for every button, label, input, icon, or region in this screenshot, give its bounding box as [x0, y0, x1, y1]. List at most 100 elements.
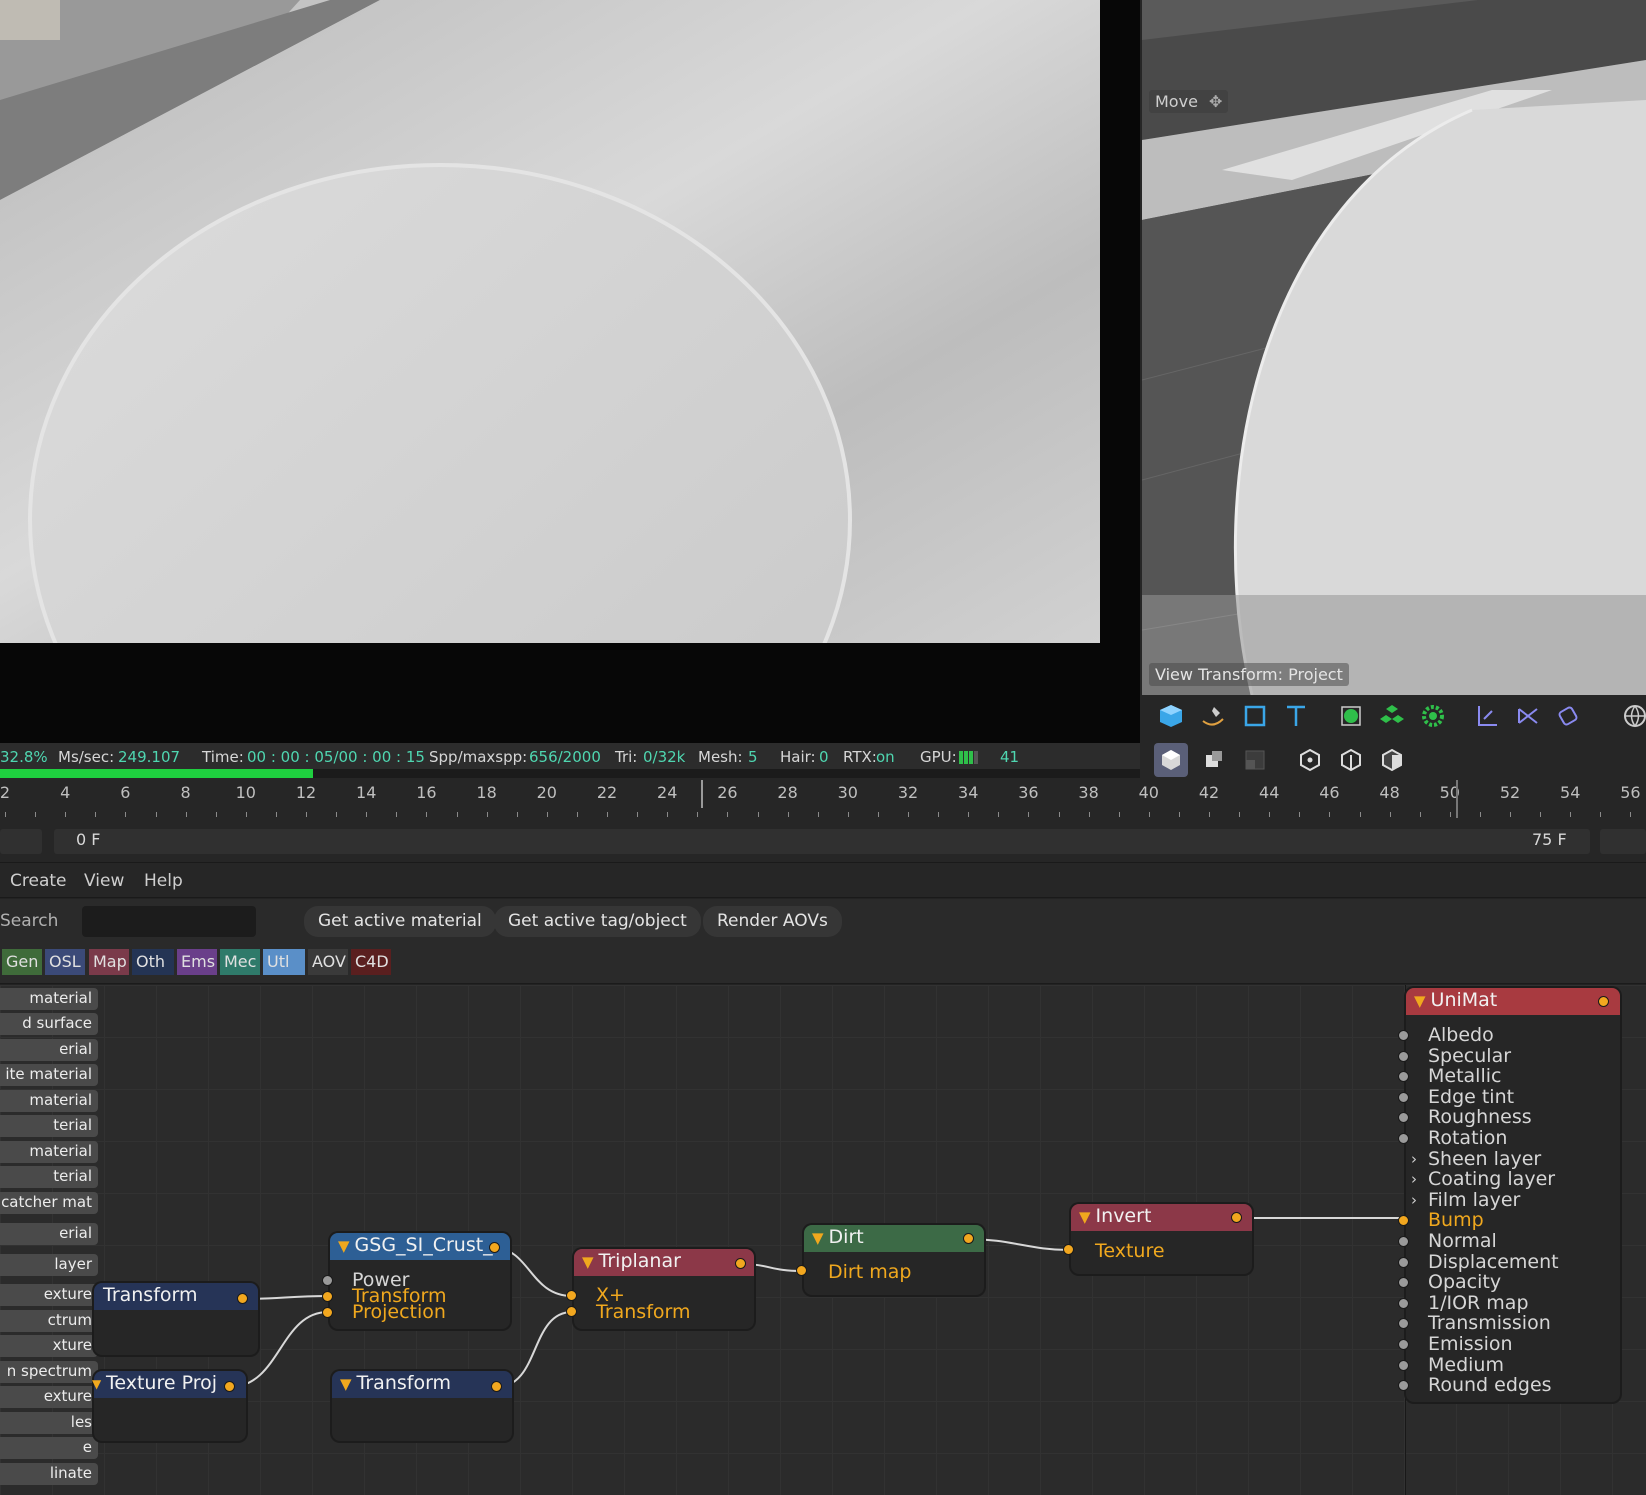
- move-tool-label[interactable]: Move ✥: [1149, 90, 1229, 113]
- cube-object-icon[interactable]: [1154, 699, 1188, 733]
- gsg-transform-port[interactable]: [322, 1291, 333, 1302]
- unimat-input-port[interactable]: [1398, 1030, 1409, 1041]
- category-tab-gen[interactable]: Gen: [2, 949, 42, 975]
- render-viewport[interactable]: [0, 0, 1140, 745]
- library-item[interactable]: ctrum: [0, 1310, 98, 1332]
- node-unimat[interactable]: ▼ UniMat Albedo Specular Metallic Edge tint R…: [1406, 988, 1620, 1402]
- timeline-marker[interactable]: [1456, 780, 1458, 818]
- library-item[interactable]: layer: [0, 1254, 98, 1276]
- globe-icon[interactable]: [1618, 699, 1646, 733]
- transform-output-port[interactable]: [237, 1293, 248, 1304]
- node-invert[interactable]: ▼ Invert Texture: [1071, 1204, 1252, 1274]
- category-tab-osl[interactable]: OSL: [45, 949, 85, 975]
- library-item[interactable]: les: [0, 1412, 98, 1434]
- collapse-triangle-icon[interactable]: ▼: [340, 1375, 352, 1393]
- spline-pen-icon[interactable]: [1196, 699, 1230, 733]
- node-transform-header[interactable]: Transform: [94, 1283, 258, 1310]
- library-item[interactable]: d surface: [0, 1013, 98, 1035]
- frame-range-slider[interactable]: [54, 829, 1590, 854]
- triplanar-transform-port[interactable]: [566, 1306, 577, 1317]
- display-box-icon[interactable]: [1238, 743, 1272, 777]
- triplanar-x-port[interactable]: [566, 1290, 577, 1301]
- transform-2-output-port[interactable]: [491, 1381, 502, 1392]
- timeline-ruler[interactable]: 2 4 6 8 10 12 14 16 18 20 22 24 26 28 30 32 34 36 38 40 42 44…: [0, 778, 1646, 818]
- display-lines-icon[interactable]: [1196, 743, 1230, 777]
- category-tab-aov[interactable]: AOV: [308, 949, 348, 975]
- node-invert-header[interactable]: ▼ Invert: [1071, 1204, 1252, 1231]
- frame-field-right[interactable]: [1600, 829, 1646, 854]
- node-gsg-crust[interactable]: ▼ GSG_SI_Crust_ Power Transform Projectio…: [330, 1233, 510, 1329]
- timeline-playhead[interactable]: [701, 780, 703, 808]
- library-item[interactable]: xture: [0, 1335, 98, 1357]
- menu-help[interactable]: Help: [144, 871, 183, 891]
- text-tool-icon[interactable]: [1279, 699, 1313, 733]
- get-active-tag-button[interactable]: Get active tag/object: [494, 906, 701, 937]
- category-tab-utl[interactable]: Utl: [263, 949, 305, 975]
- dirt-map-port[interactable]: [796, 1265, 807, 1276]
- field-icon[interactable]: [1511, 699, 1545, 733]
- node-transform[interactable]: Transform: [94, 1283, 258, 1355]
- node-graph-canvas[interactable]: material d surface erial ite material ma…: [0, 985, 1646, 1495]
- unimat-input-port[interactable]: [1398, 1359, 1409, 1371]
- library-item[interactable]: e: [0, 1437, 98, 1459]
- cloner-icon[interactable]: [1375, 699, 1409, 733]
- library-item[interactable]: exture: [0, 1386, 98, 1408]
- perspective-viewport[interactable]: Move ✥ View Transform: Project: [1142, 0, 1646, 695]
- node-triplanar-header[interactable]: ▼ Triplanar: [574, 1249, 754, 1276]
- unimat-input-port[interactable]: [1398, 1133, 1409, 1144]
- subdivision-icon[interactable]: [1334, 699, 1368, 733]
- get-active-material-button[interactable]: Get active material: [304, 906, 496, 937]
- collapse-triangle-icon[interactable]: ▼: [1079, 1208, 1091, 1226]
- rectangle-spline-icon[interactable]: [1238, 699, 1272, 733]
- collapse-triangle-icon[interactable]: ▼: [1414, 992, 1426, 1010]
- render-aovs-button[interactable]: Render AOVs: [703, 906, 842, 937]
- gsg-power-port[interactable]: [322, 1275, 333, 1286]
- edges-mode-icon[interactable]: [1334, 743, 1368, 777]
- library-item[interactable]: exture: [0, 1284, 98, 1306]
- invert-output-port[interactable]: [1231, 1212, 1242, 1223]
- category-tab-oth[interactable]: Oth: [132, 949, 174, 975]
- node-dirt-header[interactable]: ▼ Dirt: [804, 1225, 984, 1252]
- deformer-bend-icon[interactable]: [1470, 699, 1504, 733]
- tag-icon[interactable]: [1551, 699, 1585, 733]
- texture-proj-output-port[interactable]: [224, 1381, 235, 1392]
- unimat-input-port[interactable]: [1398, 1256, 1409, 1268]
- triplanar-output-port[interactable]: [735, 1258, 746, 1269]
- category-tab-mec[interactable]: Mec: [220, 949, 260, 975]
- node-triplanar[interactable]: ▼ Triplanar X+ Transform: [574, 1249, 754, 1329]
- library-item[interactable]: linate: [0, 1463, 98, 1485]
- effector-gear-icon[interactable]: [1416, 699, 1450, 733]
- invert-texture-port[interactable]: [1063, 1244, 1074, 1255]
- category-tab-map[interactable]: Map: [89, 949, 129, 975]
- library-item[interactable]: erial: [0, 1223, 98, 1245]
- menu-create[interactable]: Create: [10, 871, 67, 891]
- library-item[interactable]: catcher mat: [0, 1192, 98, 1214]
- library-item[interactable]: n spectrum: [0, 1361, 98, 1383]
- gsg-projection-port[interactable]: [322, 1307, 333, 1318]
- unimat-input-port[interactable]: [1398, 1236, 1409, 1247]
- unimat-input-port[interactable]: [1398, 1339, 1409, 1350]
- library-item[interactable]: material: [0, 1090, 98, 1112]
- library-item[interactable]: material: [0, 988, 98, 1010]
- unimat-output-port[interactable]: [1598, 996, 1609, 1007]
- expand-chevron-icon[interactable]: ›: [1411, 1150, 1417, 1168]
- display-shaded-icon[interactable]: [1154, 743, 1188, 777]
- search-input[interactable]: [82, 906, 256, 937]
- unimat-input-port[interactable]: [1398, 1091, 1409, 1103]
- node-dirt[interactable]: ▼ Dirt Dirt map: [804, 1225, 984, 1295]
- collapse-triangle-icon[interactable]: ▼: [338, 1237, 350, 1255]
- dirt-output-port[interactable]: [963, 1233, 974, 1244]
- frame-field-left[interactable]: [0, 829, 42, 854]
- library-item[interactable]: terial: [0, 1115, 98, 1137]
- library-item[interactable]: erial: [0, 1039, 98, 1061]
- expand-chevron-icon[interactable]: ›: [1411, 1170, 1417, 1188]
- node-transform-2-header[interactable]: ▼ Transform: [332, 1371, 512, 1398]
- gsg-output-port[interactable]: [489, 1242, 500, 1253]
- node-texture-projection[interactable]: Texture Proj: [94, 1371, 246, 1441]
- menu-view[interactable]: View: [84, 871, 124, 891]
- frame-range-bar[interactable]: 0 F 75 F: [0, 825, 1646, 857]
- collapse-triangle-icon[interactable]: ▼: [92, 1377, 101, 1391]
- polygons-mode-icon[interactable]: [1375, 743, 1409, 777]
- node-gsg-header[interactable]: ▼ GSG_SI_Crust_: [330, 1233, 510, 1260]
- library-item[interactable]: material: [0, 1141, 98, 1163]
